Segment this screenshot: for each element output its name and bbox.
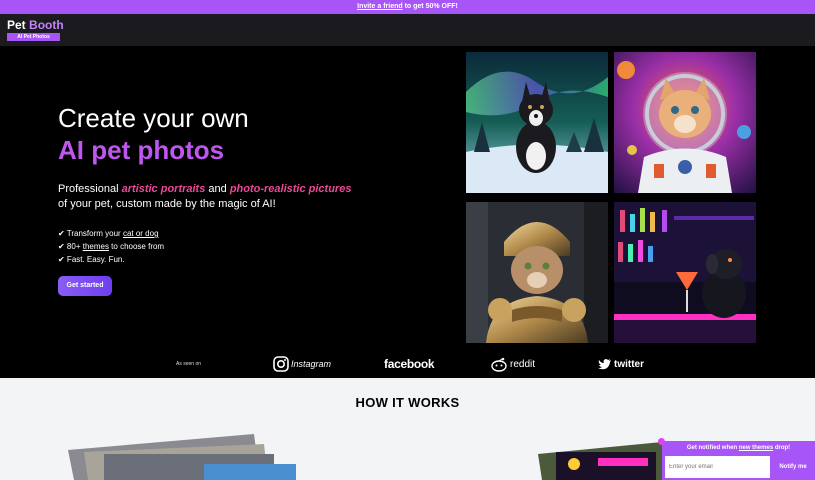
- astronaut-cat-art: [614, 52, 756, 193]
- how-it-works-title: HOW IT WORKS: [355, 395, 460, 410]
- feature-text: 80+: [64, 242, 83, 251]
- bar-dog-image: [614, 202, 756, 343]
- sample-photos-stack-right: [538, 442, 668, 480]
- feature-text: Transform your: [64, 229, 123, 238]
- promo-bar: Invite a friend to get 50% OFF!: [0, 0, 815, 14]
- feature-text: Fast. Easy. Fun.: [64, 255, 125, 264]
- sample-photos-stack-left: [68, 434, 296, 480]
- reddit-icon: [491, 357, 507, 372]
- aurora-dog-image: [466, 52, 608, 193]
- notify-title-text: Get notified when: [686, 445, 739, 451]
- bar-dog-art: [614, 202, 756, 343]
- feature-text: to choose from: [108, 242, 165, 251]
- facebook-label: facebook: [384, 357, 435, 371]
- check-icon: ✔: [58, 255, 65, 264]
- lead-text-3: of your pet, custom made by the magic of…: [58, 198, 276, 210]
- facebook-logo: facebook: [384, 356, 435, 372]
- cat-or-dog-link[interactable]: cat or dog: [123, 229, 159, 238]
- logo[interactable]: Pet Booth: [7, 19, 64, 31]
- get-started-button[interactable]: Get started: [58, 276, 112, 296]
- lead-text-1: Professional: [58, 183, 122, 195]
- instagram-label: Instagram: [291, 359, 332, 369]
- feature-list: ✔ Transform your cat or dog ✔ 80+ themes…: [58, 227, 164, 266]
- logo-word-pet: Pet: [7, 18, 26, 32]
- aurora-dog-art: [466, 52, 608, 193]
- email-field[interactable]: [665, 456, 770, 478]
- new-themes-link[interactable]: new themes: [739, 445, 773, 451]
- feature-item: ✔ 80+ themes to choose from: [58, 240, 164, 253]
- astronaut-cat-image: [614, 52, 756, 193]
- lead-highlight-artistic: artistic portraits: [121, 183, 206, 195]
- instagram-brand: Instagram: [273, 356, 331, 372]
- hero-lead: Professional artistic portraits and phot…: [58, 182, 358, 212]
- as-seen-on-label: As seen on: [176, 361, 202, 367]
- top-nav: Pet Booth AI Pet Photos: [0, 14, 815, 46]
- instagram-icon: [273, 356, 289, 372]
- notify-me-button[interactable]: Notify me: [773, 456, 813, 478]
- reddit-brand: reddit: [490, 356, 535, 372]
- knight-cat-art: [466, 202, 608, 343]
- lead-highlight-photo: photo-realistic pictures: [229, 183, 352, 195]
- themes-link[interactable]: themes: [83, 242, 109, 251]
- as-seen-on-bar: As seen on Instagram facebook reddit twi…: [0, 350, 815, 378]
- logo-badge: AI Pet Photos: [7, 33, 60, 41]
- twitter-icon: [598, 359, 611, 370]
- hero-section: Create your own AI pet photos Profession…: [0, 46, 815, 350]
- twitter-brand: twitter: [598, 356, 644, 372]
- notify-widget: Get notified when new themes drop! Notif…: [658, 438, 815, 480]
- logo-word-booth: Booth: [29, 18, 64, 32]
- feature-item: ✔ Transform your cat or dog: [58, 227, 164, 240]
- lead-text-2: and: [205, 183, 230, 195]
- notify-title: Get notified when new themes drop!: [662, 445, 815, 451]
- reddit-label: reddit: [510, 358, 536, 370]
- check-icon: ✔: [58, 229, 65, 238]
- notify-title-text-end: drop!: [773, 445, 791, 451]
- hero-title-line1: Create your own: [58, 103, 249, 133]
- hero-title-line2: AI pet photos: [58, 135, 225, 165]
- promo-text: to get 50% OFF!: [402, 3, 458, 10]
- knight-cat-image: [466, 202, 608, 343]
- invite-friend-link[interactable]: Invite a friend: [357, 3, 403, 10]
- check-icon: ✔: [58, 242, 65, 251]
- feature-item: ✔ Fast. Easy. Fun.: [58, 253, 164, 266]
- twitter-label: twitter: [614, 358, 644, 370]
- close-icon[interactable]: [658, 438, 665, 445]
